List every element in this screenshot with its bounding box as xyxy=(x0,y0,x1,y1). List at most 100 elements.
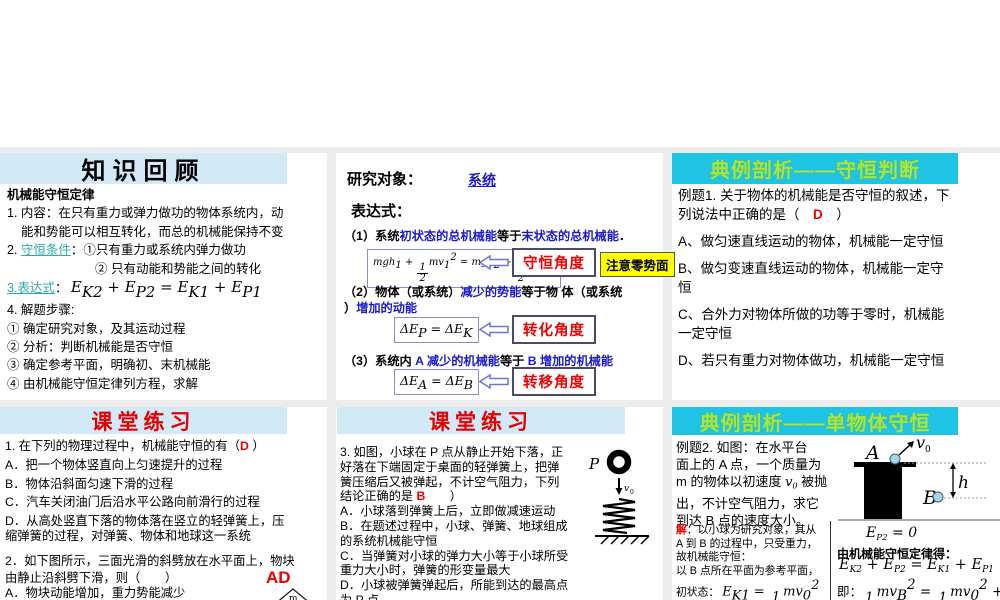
text-line: A 到 B 的过程中，只受重力， xyxy=(676,537,818,550)
text-line: A．小球落到弹簧上后，立即做减速运动 xyxy=(340,504,556,519)
zero-potential-note: 注意零势面 xyxy=(600,252,675,277)
angle-tag-transformation: 转化角度 xyxy=(512,315,596,344)
height-arrowhead-bottom xyxy=(950,492,956,498)
law-formula: EK2 + EP2 = EK1 + EP1 xyxy=(839,557,994,575)
height-label: h xyxy=(958,473,969,493)
text-line: B、做匀变速直线运动的物体，机械能一定守 xyxy=(678,261,944,276)
expression-heading: 表达式： xyxy=(351,203,412,220)
point-p-label: P xyxy=(588,455,600,473)
text-line: 4. 解题步骤: xyxy=(7,303,75,318)
text-line: ΔEP = ΔEK xyxy=(400,321,473,340)
slide-handout-grid: 知识回顾 机械能守恒定律 1. 内容：在只有重力或弹力做功的物体系统内，动能和势能… xyxy=(0,0,1000,600)
left-arrow-icon xyxy=(479,255,509,270)
left-arrow-shape xyxy=(479,374,509,389)
text-line: 结论正确的是 B ） xyxy=(340,489,462,504)
answer-ad: AD xyxy=(266,568,291,587)
panel-title-example1: 典例剖析——守恒判断 xyxy=(710,160,920,182)
text-line: 为 P 点 xyxy=(340,592,380,600)
ball-icon xyxy=(606,449,632,475)
review-text-block: 机械能守恒定律 1. 内容：在只有重力或弹力做功的物体系统内，动能和势能可以相互转… xyxy=(7,186,325,393)
ball-at-b xyxy=(932,491,944,503)
text-line: 解：以小球为研究对象，其从 xyxy=(676,524,817,536)
expression-item-2: （2）物体（或系统）减少的势能等于物 体（或系统 ）增加的动能 xyxy=(344,284,622,316)
left-arrow-icon xyxy=(479,374,509,389)
research-object-heading: 研究对象： xyxy=(347,171,423,188)
ground-hatching xyxy=(600,535,650,545)
text-line: 即：12mvB2 = 12mv02 + mgh xyxy=(837,577,1000,600)
text-line: 1. 在下列的物理过程中，机械能守恒的有（D ） xyxy=(5,439,265,453)
panel-title-practice1: 课堂练习 xyxy=(91,410,196,434)
v0-label-main: v xyxy=(916,433,925,452)
text-line: 机械能守恒定律 xyxy=(7,188,95,202)
ep2-formula: EP2 = 0 xyxy=(866,524,917,543)
text-line: 面上的 A 点，一个质量为 xyxy=(676,457,822,472)
text-line: A．把一个物体竖直向上匀速提升的过程 xyxy=(5,457,223,472)
text-line: 例题2. 如图：在水平台 xyxy=(676,440,808,455)
formula-box-2: ΔEP = ΔEK xyxy=(394,317,479,343)
text-line: 簧压缩后又被弹起，不计空气阻力，下列 xyxy=(340,474,560,489)
platform-pillar xyxy=(864,467,902,520)
text-line: ）增加的动能 xyxy=(344,301,418,315)
left-arrow-shape xyxy=(479,322,509,337)
text-line: 1. 内容：在只有重力或弹力做功的物体系统内，动 xyxy=(7,206,284,221)
height-arrowhead-top xyxy=(950,463,956,469)
text-line: EK2 + EP2 = EK1 + EP1 xyxy=(839,557,994,575)
panel-title-review: 知识回顾 xyxy=(81,158,206,185)
solution-column-divider xyxy=(830,521,831,600)
text-line: m 的物体以初速度 v0 被抛 xyxy=(676,474,828,491)
velocity-label-main: v xyxy=(624,484,629,494)
formula-box-3: ΔEA = ΔEB xyxy=(394,369,479,395)
panel-header-review: 知识回顾 xyxy=(0,153,287,185)
column-divider-right xyxy=(663,147,672,600)
angle-tag-conservation: 守恒角度 xyxy=(512,248,596,277)
text-line: ΔEA = ΔEB xyxy=(400,373,473,392)
ball-at-a xyxy=(889,453,901,465)
fall-arrowhead xyxy=(615,488,623,495)
panel-header-practice1: 课堂练习 xyxy=(0,407,287,434)
panel-header-example2: 典例剖析——单物体守恒 xyxy=(672,407,958,435)
text-line: 能和势能可以相互转化，而总的机械能保持不变 xyxy=(21,224,284,239)
text-line: ② 分析：判断机械能是否守恒 xyxy=(7,340,173,355)
text-line: 重力大小时，弹簧的形变量最大 xyxy=(340,563,511,578)
text-line: 好落在下端固定于桌面的轻弹簧上，把弹 xyxy=(340,459,560,474)
text-line: （1）系统初状态的总机械能等于末状态的总机械能． xyxy=(344,229,632,243)
text-line: 故机械能守恒： xyxy=(676,551,752,564)
example1-text-block: 例题1. 关于物体的机械能是否守恒的叙述，下 列说法中正确的是（ D ） A、做匀速… xyxy=(678,186,983,370)
text-line: 2. 守恒条件：①只有重力或系统内弹力做功 xyxy=(7,243,246,258)
text-line: C、合外力对物体所做的功等于零时，机械能 xyxy=(678,307,945,322)
platform-figure: A v 0 B h xyxy=(838,433,1000,521)
text-line: 出，不计空气阻力，求它 xyxy=(676,495,820,511)
incline-figure: m xyxy=(278,588,308,600)
panel-title-practice2: 课堂练习 xyxy=(429,410,533,434)
text-line: B．物体沿斜面匀速下滑的过程 xyxy=(5,476,174,491)
practice2-text-block: 3. 如图，小球在 P 点从静止开始下落，正 好落在下端固定于桌面的轻弹簧上，把弹… xyxy=(340,445,590,600)
expression-item-1: （1）系统初状态的总机械能等于末状态的总机械能． xyxy=(344,226,631,245)
spring-coil xyxy=(602,497,636,535)
text-line: 初状态： EK1 = 12mv02 xyxy=(676,578,830,600)
angle-tag-transfer: 转移角度 xyxy=(512,367,596,396)
example2-question-block: 例题2. 如图：在水平台 面上的 A 点，一个质量为 m 的物体以初速度 v0 被抛… xyxy=(676,439,838,529)
column-divider-left xyxy=(327,147,336,600)
platform-ledge xyxy=(854,462,916,467)
text-line: D．小球被弹簧弹起后，所能到达的最高点 xyxy=(340,578,569,593)
example2-solution-block: 解：以小球为研究对象，其从 A 到 B 的过程中，只受重力， 故机械能守恒：以 B … xyxy=(676,524,830,600)
text-line: B．在题述过程中，小球、弹簧、地球组成 xyxy=(340,518,568,533)
velocity-label-sub: 0 xyxy=(630,489,634,496)
text-line: ④ 由机械能守恒定律列方程，求解 xyxy=(7,376,198,391)
text-line: 一定守恒 xyxy=(678,326,732,341)
v0-label-sub: 0 xyxy=(925,445,931,455)
final-equation: 即：12mvB2 = 12mv02 + mgh xyxy=(837,577,1000,600)
text-line: 恒 xyxy=(678,280,692,295)
incline-block-label: m xyxy=(289,594,298,600)
text-line: C．汽车关闭油门后沿水平公路向前滑行的过程 xyxy=(5,495,260,510)
text-line: 列说法中正确的是（ D ） xyxy=(678,207,850,222)
text-line: C．当弹簧对小球的弹力大小等于小球所受 xyxy=(340,548,569,563)
spring-figure: P v 0 xyxy=(588,449,650,545)
research-object-value: 系统 xyxy=(468,172,496,188)
text-line: A、做匀速直线运动的物体，机械能一定守恒 xyxy=(678,234,944,249)
text-line: ② 只有动能和势能之间的转化 xyxy=(95,261,261,276)
text-line: 以 B 点所在平面为参考平面， xyxy=(676,565,819,578)
panel-header-practice2: 课堂练习 xyxy=(337,407,625,434)
left-arrow-icon xyxy=(479,322,509,337)
text-line: 的系统机械能守恒 xyxy=(340,533,438,548)
